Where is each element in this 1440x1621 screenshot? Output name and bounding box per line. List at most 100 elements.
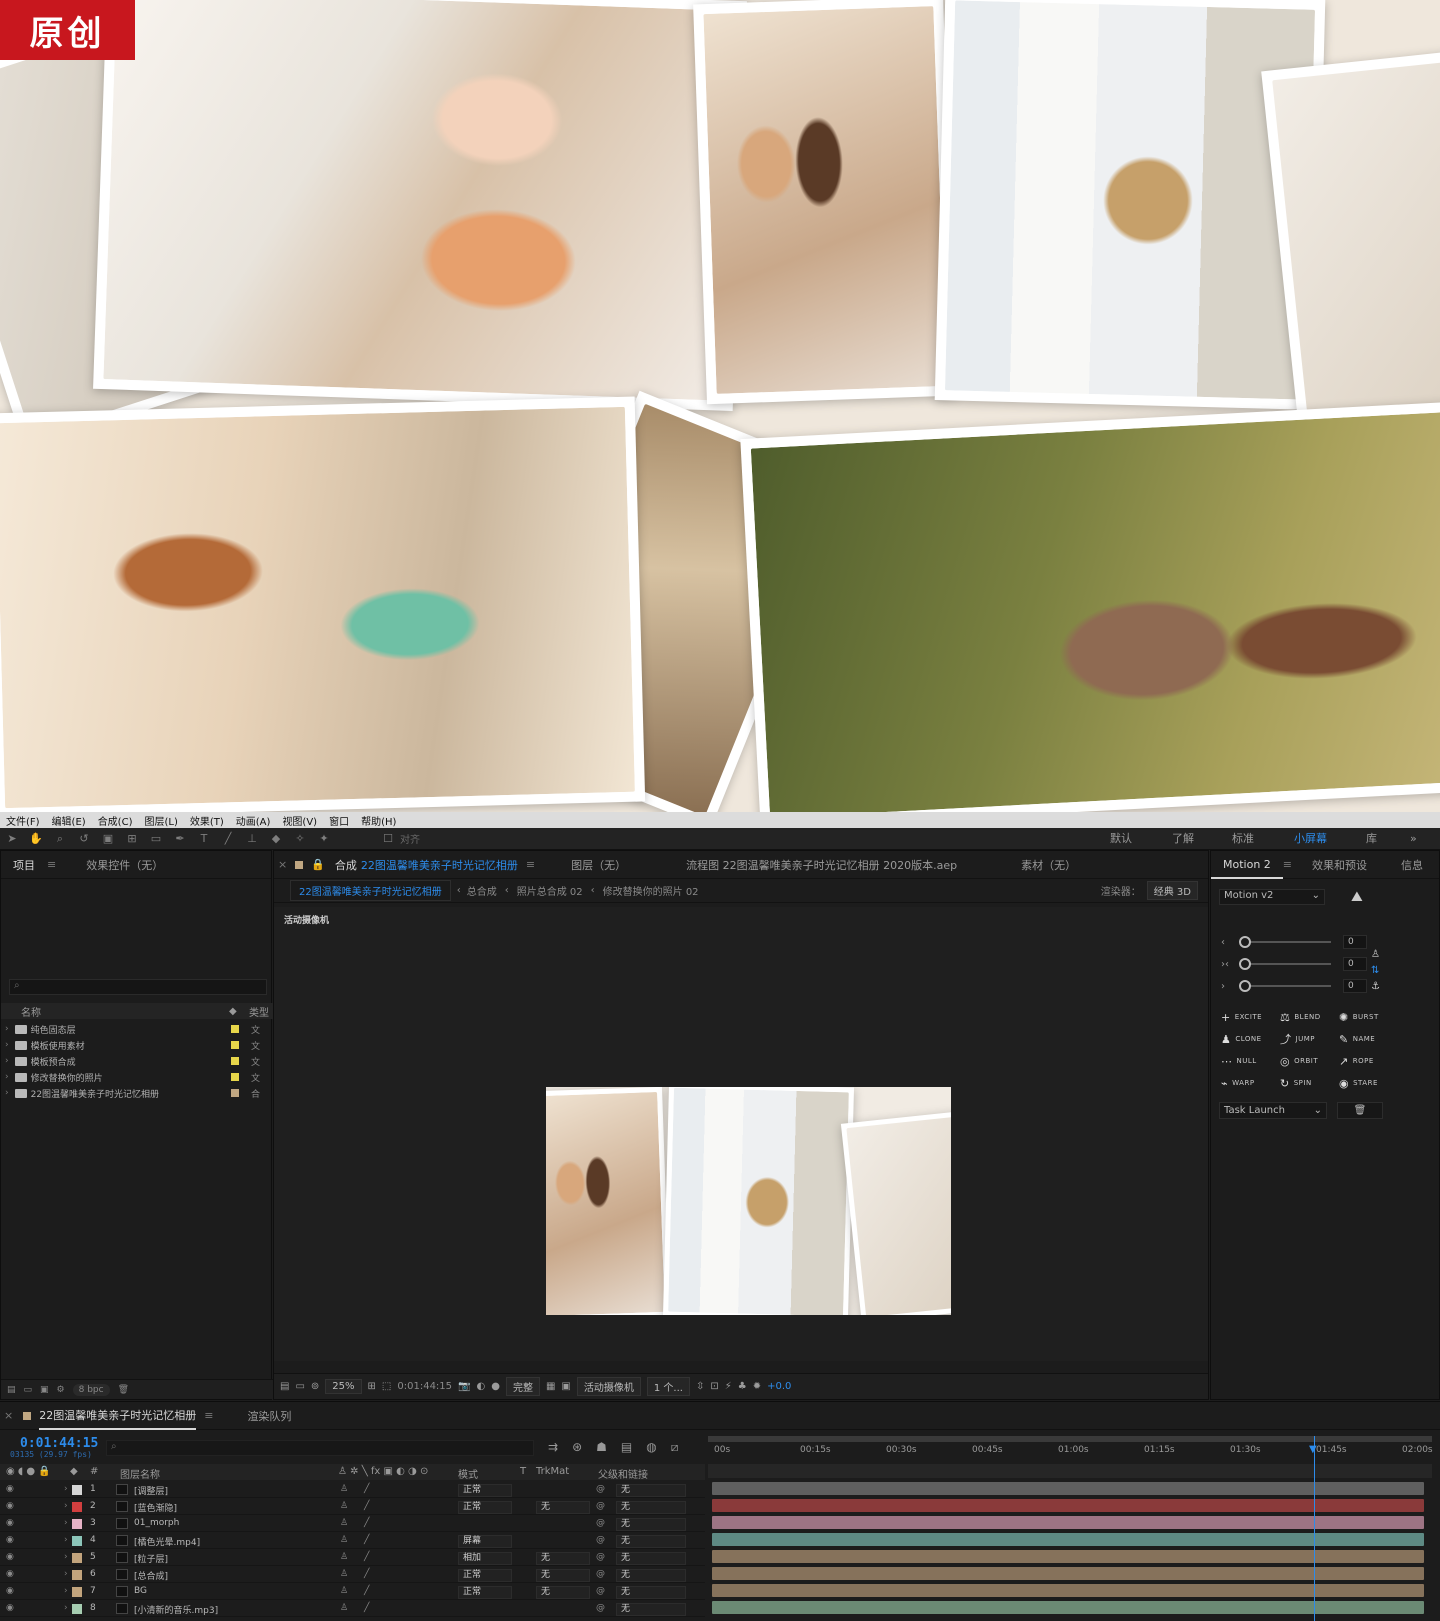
label-color-chip[interactable] <box>231 1057 239 1065</box>
mountain-graph-icon[interactable]: ⛰ <box>1351 889 1363 905</box>
breadcrumb-item[interactable]: 照片总合成 02 <box>517 883 583 898</box>
layer-row[interactable]: ◉ › 5 [粒子层] ♙ ╱ 相加 无 @ 无 <box>0 1550 705 1566</box>
slider-knob[interactable] <box>1239 936 1251 948</box>
layer-row[interactable]: ◉ › 3 01_morph ♙ ╱ @ 无 <box>0 1516 705 1532</box>
menu-window[interactable]: 窗口 <box>329 813 349 828</box>
label-color-chip[interactable] <box>231 1041 239 1049</box>
region-icon[interactable]: ▣ <box>561 1381 570 1392</box>
parent-dropdown[interactable]: 无 <box>616 1586 686 1599</box>
tab-flowchart[interactable]: 流程图 22图温馨唯美亲子时光记忆相册 2020版本.aep <box>674 857 969 873</box>
preview-icon[interactable]: ▤ <box>280 1381 289 1392</box>
layer-row[interactable]: ◉ › 4 [橘色光晕.mp4] ♙ ╱ 屏幕 @ 无 <box>0 1533 705 1549</box>
motion-null-button[interactable]: ⋯ NULL <box>1221 1053 1283 1069</box>
pan-behind-tool-icon[interactable]: ⊞ <box>124 832 140 846</box>
playhead-handle-icon[interactable]: ▼ <box>1309 1444 1317 1455</box>
pickwhip-icon[interactable]: @ <box>596 1501 605 1511</box>
expand-arrow-icon[interactable]: › <box>64 1552 68 1562</box>
quality-switch-icon[interactable]: ╱ <box>364 1586 369 1596</box>
menu-composition[interactable]: 合成(C) <box>98 813 133 828</box>
eye-icon[interactable]: ◉ <box>6 1569 14 1579</box>
expand-arrow-icon[interactable]: › <box>64 1569 68 1579</box>
layer-name[interactable]: [调整层] <box>134 1484 168 1497</box>
workspace-learn[interactable]: 了解 <box>1172 828 1194 850</box>
panel-menu-icon[interactable]: ≡ <box>526 858 535 871</box>
expand-arrow-icon[interactable]: › <box>64 1535 68 1545</box>
label-column-icon[interactable]: ◆ <box>229 1006 237 1017</box>
tab-render-queue[interactable]: 渲染队列 <box>247 1408 291 1424</box>
expand-arrow-icon[interactable]: › <box>5 1072 9 1082</box>
parent-dropdown[interactable]: 无 <box>616 1569 686 1582</box>
motion-stare-button[interactable]: ◉ STARE <box>1339 1075 1401 1091</box>
parent-dropdown[interactable]: 无 <box>616 1552 686 1565</box>
anchor-icon[interactable]: ⚓ <box>1371 981 1380 992</box>
shy-switch-icon[interactable]: ♙ <box>340 1501 348 1511</box>
quality-switch-icon[interactable]: ╱ <box>364 1552 369 1562</box>
expand-arrow-icon[interactable]: › <box>64 1484 68 1494</box>
label-color-chip[interactable] <box>72 1536 82 1546</box>
label-color-chip[interactable] <box>72 1604 82 1614</box>
rotate-tool-icon[interactable]: ↺ <box>76 832 92 846</box>
show-snapshot-icon[interactable]: ◐ <box>476 1381 485 1392</box>
snapshot-icon[interactable]: 📷 <box>458 1381 470 1392</box>
time-ruler[interactable]: 00s 00:15s 00:30s 00:45s 01:00s 01:15s 01:30s 0… <box>708 1436 1433 1464</box>
timeline-tracks[interactable]: 00s 00:15s 00:30s 00:45s 01:00s 01:15s 01:30s 0… <box>708 1436 1433 1621</box>
expand-arrow-icon[interactable]: › <box>64 1518 68 1528</box>
label-color-chip[interactable] <box>72 1519 82 1529</box>
bpc-toggle[interactable]: 8 bpc <box>72 1383 110 1396</box>
eye-icon[interactable]: ◉ <box>6 1535 14 1545</box>
close-tab-icon[interactable]: × <box>4 1409 13 1422</box>
layer-duration-bar[interactable] <box>712 1601 1424 1614</box>
motion-orbit-button[interactable]: ◎ ORBIT <box>1280 1053 1342 1069</box>
roto-brush-tool-icon[interactable]: ✧ <box>292 832 308 846</box>
layer-row[interactable]: ◉ › 1 [调整层] ♙ ╱ 正常 @ 无 <box>0 1482 705 1498</box>
new-folder-icon[interactable]: ▭ <box>24 1385 33 1395</box>
layer-mode-dropdown[interactable]: 屏幕 <box>458 1535 512 1548</box>
pickwhip-icon[interactable]: @ <box>596 1603 605 1613</box>
slider-knob[interactable] <box>1239 958 1251 970</box>
column-type[interactable]: 类型 <box>249 1004 269 1019</box>
quality-dropdown[interactable]: 完整 <box>505 1377 540 1396</box>
column-name[interactable]: 名称 <box>21 1004 41 1019</box>
panel-menu-icon[interactable]: ≡ <box>1283 858 1292 871</box>
expand-arrow-icon[interactable]: › <box>5 1040 9 1050</box>
fast-preview-icon[interactable]: ⚡ <box>725 1381 732 1392</box>
quality-switch-icon[interactable]: ╱ <box>364 1518 369 1528</box>
frame-blend-icon[interactable]: ▤ <box>621 1440 632 1455</box>
workspace-library[interactable]: 库 <box>1366 828 1377 850</box>
selection-tool-icon[interactable]: ➤ <box>4 832 20 846</box>
layer-row[interactable]: ◉ › 2 [蓝色渐隐] ♙ ╱ 正常 无 @ 无 <box>0 1499 705 1515</box>
trkmat-dropdown[interactable]: 无 <box>536 1586 590 1599</box>
quality-switch-icon[interactable]: ╱ <box>364 1603 369 1613</box>
tab-info[interactable]: 信息 <box>1389 857 1435 873</box>
layer-duration-bar[interactable] <box>712 1499 1424 1512</box>
flowchart-icon[interactable]: ♣ <box>738 1381 747 1392</box>
quality-switch-icon[interactable]: ╱ <box>364 1484 369 1494</box>
motion-slider[interactable]: › 0 <box>1221 977 1431 995</box>
panel-menu-icon[interactable]: ≡ <box>204 1409 213 1422</box>
layer-duration-bar[interactable] <box>712 1584 1424 1597</box>
label-color-chip[interactable] <box>72 1587 82 1597</box>
eye-icon[interactable]: ◉ <box>6 1552 14 1562</box>
slider-track[interactable] <box>1239 936 1331 948</box>
trkmat-dropdown[interactable]: 无 <box>536 1552 590 1565</box>
layer-duration-bar[interactable] <box>712 1516 1424 1529</box>
label-color-chip[interactable] <box>72 1570 82 1580</box>
expand-arrow-icon[interactable]: › <box>5 1088 9 1098</box>
breadcrumb-item[interactable]: 总合成 <box>467 883 497 898</box>
tab-timeline-comp[interactable]: 22图温馨唯美亲子时光记忆相册 <box>39 1402 197 1430</box>
workspace-small-screen[interactable]: 小屏幕 <box>1294 828 1327 850</box>
shy-switch-icon[interactable]: ♙ <box>340 1535 348 1545</box>
shy-switch-icon[interactable]: ♙ <box>340 1603 348 1613</box>
tab-motion[interactable]: Motion 2 <box>1211 851 1283 879</box>
graph-editor-icon[interactable]: ⧄ <box>671 1440 679 1455</box>
expand-arrow-icon[interactable]: › <box>64 1501 68 1511</box>
new-comp-icon[interactable]: ▣ <box>40 1385 49 1395</box>
expand-arrow-icon[interactable]: › <box>5 1024 9 1034</box>
eraser-tool-icon[interactable]: ◆ <box>268 832 284 846</box>
slider-value[interactable]: 0 <box>1343 957 1367 971</box>
motion-slider[interactable]: ‹ 0 <box>1221 933 1431 951</box>
layer-name[interactable]: [粒子层] <box>134 1552 168 1565</box>
layer-mode-dropdown[interactable]: 正常 <box>458 1501 512 1514</box>
view-dropdown[interactable]: 活动摄像机 <box>576 1377 641 1396</box>
label-color-chip[interactable] <box>72 1553 82 1563</box>
